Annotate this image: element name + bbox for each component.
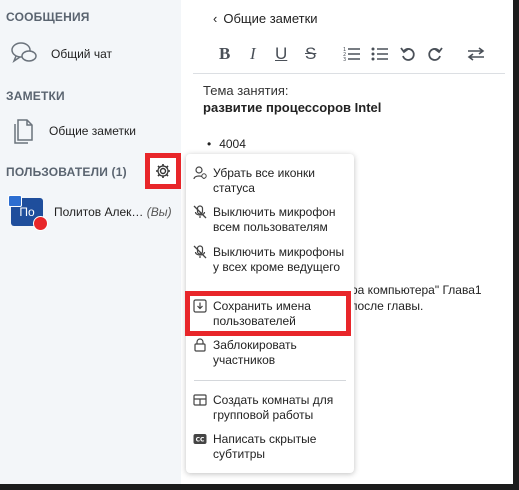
screenshot-frame	[0, 0, 519, 490]
